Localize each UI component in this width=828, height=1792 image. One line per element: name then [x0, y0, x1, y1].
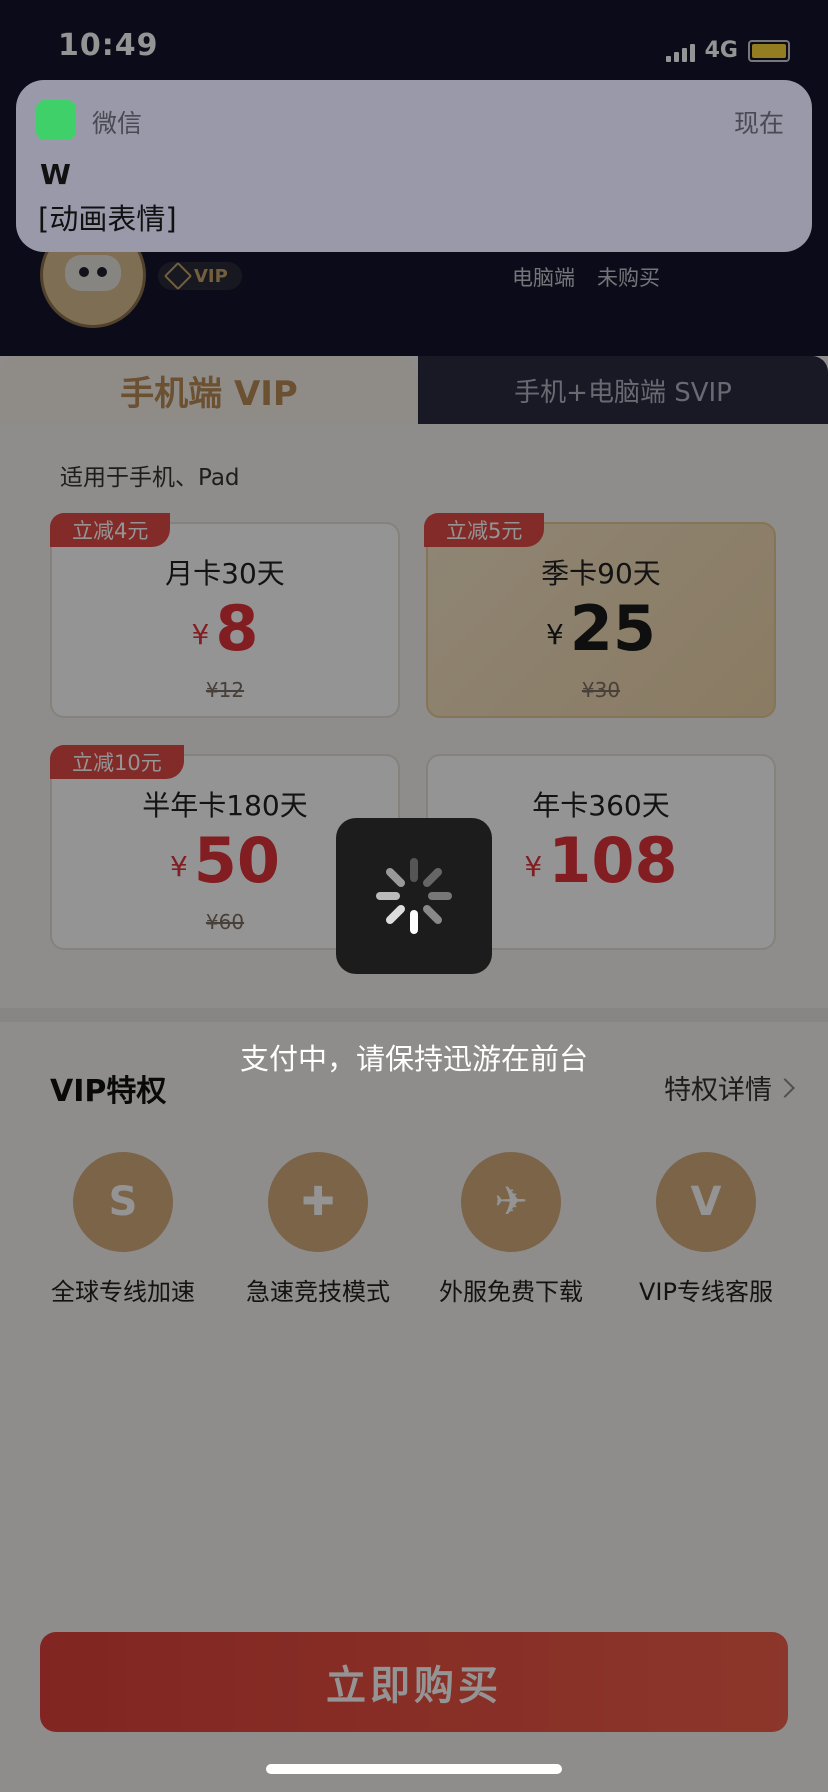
- notification-title: W: [40, 158, 71, 191]
- notification-app-name: 微信: [92, 109, 143, 138]
- home-indicator[interactable]: [266, 1764, 562, 1774]
- notification-time: 现在: [733, 109, 784, 138]
- payment-status-message: 支付中，请保持迅游在前台: [239, 1042, 588, 1076]
- loading-spinner: [336, 818, 492, 974]
- notification-body: [动画表情]: [38, 202, 177, 236]
- spinner-icon: [376, 858, 452, 934]
- wechat-icon: [36, 100, 76, 140]
